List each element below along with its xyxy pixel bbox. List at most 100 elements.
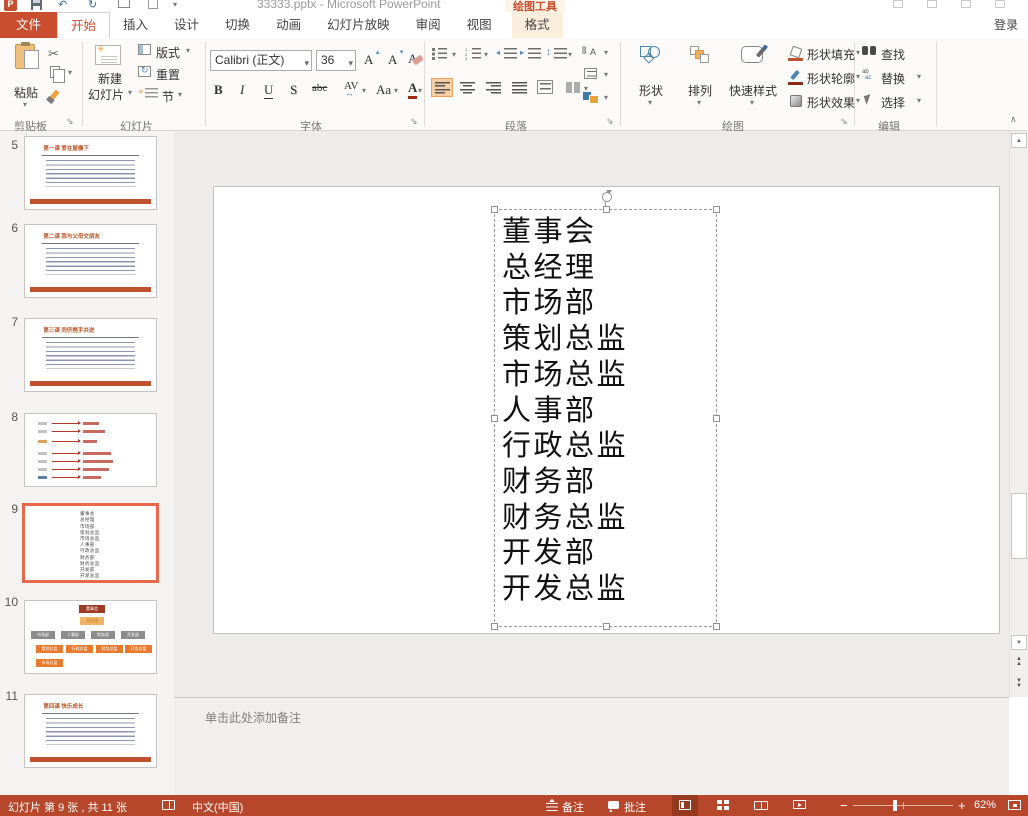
notes-placeholder[interactable]: 单击此处添加备注 — [205, 709, 301, 726]
slide-sorter-view-button[interactable] — [710, 795, 736, 816]
normal-view-button[interactable] — [672, 795, 698, 816]
arrange-button[interactable]: 排列 — [678, 44, 722, 110]
previous-slide-icon[interactable] — [1011, 655, 1027, 669]
shrink-font-button[interactable]: A — [388, 52, 397, 68]
slide-text-content[interactable]: 董事会总经理市场部策划总监市场总监人事部行政总监财务部财务总监开发部开发总监 — [502, 214, 628, 607]
underline-button[interactable]: U — [264, 82, 273, 99]
redo-icon[interactable] — [88, 0, 97, 12]
tab-transitions[interactable]: 切换 — [212, 12, 263, 38]
shape-fill-button[interactable]: 形状填充 — [788, 46, 854, 62]
rotation-handle[interactable] — [602, 192, 612, 202]
quick-styles-button[interactable]: 快速样式 — [724, 44, 782, 110]
increase-indent-icon[interactable] — [528, 48, 541, 59]
minimize-icon[interactable] — [961, 0, 971, 8]
tab-insert[interactable]: 插入 — [110, 12, 161, 38]
columns-dropdown-icon[interactable] — [584, 84, 588, 93]
distribute-text-icon[interactable] — [537, 80, 553, 94]
resize-handle-bottom-middle[interactable] — [603, 623, 610, 630]
start-slideshow-icon[interactable] — [118, 0, 130, 8]
selected-text-box[interactable]: 董事会总经理市场部策划总监市场总监人事部行政总监财务部财务总监开发部开发总监 — [494, 209, 717, 627]
cut-icon[interactable] — [48, 46, 59, 62]
spell-check-icon[interactable] — [162, 800, 175, 810]
resize-handle-top-middle[interactable] — [603, 206, 610, 213]
thumbnail-slide-7[interactable]: 第三课 同侪携手共进 — [24, 318, 157, 392]
help-icon[interactable] — [893, 0, 903, 8]
language-indicator[interactable]: 中文(中国) — [192, 799, 243, 815]
character-spacing-dropdown-icon[interactable] — [362, 86, 366, 95]
bullets-icon[interactable] — [438, 48, 447, 59]
notes-toggle-label[interactable]: 备注 — [562, 799, 584, 815]
font-size-combobox[interactable]: 36 — [316, 50, 356, 71]
tab-file[interactable]: 文件 — [0, 12, 57, 38]
sign-in-link[interactable]: 登录 — [994, 16, 1018, 33]
section-button[interactable]: 节 — [138, 88, 202, 105]
tab-review[interactable]: 审阅 — [403, 12, 454, 38]
comments-toggle-label[interactable]: 批注 — [624, 799, 646, 815]
grow-font-button[interactable]: A — [364, 52, 373, 68]
paste-button[interactable]: 粘贴 — [6, 42, 46, 114]
layout-button[interactable]: 版式 — [138, 44, 202, 61]
font-dialog-launcher-icon[interactable] — [410, 116, 418, 127]
find-button[interactable]: 查找 — [862, 46, 928, 62]
align-right-icon[interactable] — [486, 82, 501, 94]
clipboard-dialog-launcher-icon[interactable] — [66, 116, 74, 127]
reset-button[interactable]: 重置 — [138, 66, 202, 83]
thumbnail-slide-6[interactable]: 第二课 我与父母交朋友 — [24, 224, 157, 298]
zoom-in-button[interactable]: + — [958, 799, 966, 812]
resize-handle-bottom-left[interactable] — [491, 623, 498, 630]
copy-dropdown-icon[interactable] — [68, 68, 72, 77]
format-painter-icon[interactable] — [49, 90, 59, 101]
change-case-button[interactable]: Aa — [376, 82, 391, 98]
justify-icon[interactable] — [512, 82, 527, 94]
canvas-scrollbar[interactable] — [1009, 131, 1028, 697]
decrease-indent-icon[interactable] — [504, 48, 517, 59]
tab-animations[interactable]: 动画 — [263, 12, 314, 38]
next-slide-icon[interactable] — [1011, 677, 1027, 691]
align-center-icon[interactable] — [460, 82, 475, 94]
text-shadow-button[interactable]: S — [290, 82, 297, 98]
line-spacing-dropdown-icon[interactable] — [568, 50, 572, 59]
font-color-dropdown-icon[interactable] — [418, 86, 422, 95]
font-color-button[interactable]: A — [408, 80, 417, 99]
resize-handle-middle-right[interactable] — [713, 415, 720, 422]
line-spacing-icon[interactable] — [554, 48, 567, 59]
convert-smartart-dropdown-icon[interactable] — [604, 93, 608, 102]
clear-formatting-icon[interactable] — [408, 51, 422, 65]
tab-format[interactable]: 格式 — [512, 12, 563, 38]
numbering-dropdown-icon[interactable] — [484, 50, 488, 59]
qat-customize-icon[interactable] — [173, 0, 177, 12]
paragraph-dialog-launcher-icon[interactable] — [606, 116, 614, 127]
font-size-dropdown-icon[interactable] — [348, 54, 353, 73]
tab-design[interactable]: 设计 — [161, 12, 212, 38]
notes-toggle-icon[interactable] — [546, 803, 558, 812]
canvas-scrollbar-thumb[interactable] — [1011, 493, 1027, 559]
copy-icon[interactable] — [50, 66, 60, 78]
reading-view-button[interactable] — [748, 795, 774, 816]
new-slide-button[interactable]: 新建 幻灯片 — [88, 42, 132, 114]
maximize-icon[interactable] — [995, 0, 1005, 8]
text-direction-icon[interactable] — [582, 46, 600, 58]
text-direction-dropdown-icon[interactable] — [604, 48, 608, 57]
thumbnail-slide-11[interactable]: 第四课 快乐成长 — [24, 694, 157, 768]
select-button[interactable]: 选择 — [862, 94, 928, 110]
font-name-dropdown-icon[interactable] — [304, 54, 309, 73]
character-spacing-button[interactable]: AV — [344, 80, 358, 92]
drawing-dialog-launcher-icon[interactable] — [840, 116, 848, 127]
tab-home[interactable]: 开始 — [57, 12, 110, 38]
align-left-button[interactable] — [431, 78, 453, 97]
slideshow-view-button[interactable] — [786, 795, 812, 816]
zoom-out-button[interactable]: − — [840, 799, 848, 812]
shapes-button[interactable]: 形状 — [628, 44, 674, 110]
tab-slideshow[interactable]: 幻灯片放映 — [314, 12, 403, 38]
align-text-dropdown-icon[interactable] — [604, 70, 608, 79]
zoom-slider-thumb[interactable] — [893, 800, 897, 811]
canvas-scroll-down-icon[interactable] — [1011, 635, 1027, 650]
zoom-percentage[interactable]: 62% — [974, 799, 996, 811]
italic-button[interactable]: I — [240, 82, 244, 98]
collapse-ribbon-icon[interactable] — [1010, 114, 1017, 125]
numbering-icon[interactable] — [472, 48, 481, 59]
bullets-dropdown-icon[interactable] — [452, 50, 456, 59]
thumbnail-slide-10[interactable]: 董事会 总经理 市场部 人事部 财务部 开发部 策划总监 行政总监 财务总监 开… — [24, 600, 157, 674]
columns-icon[interactable] — [566, 82, 580, 93]
resize-handle-bottom-right[interactable] — [713, 623, 720, 630]
